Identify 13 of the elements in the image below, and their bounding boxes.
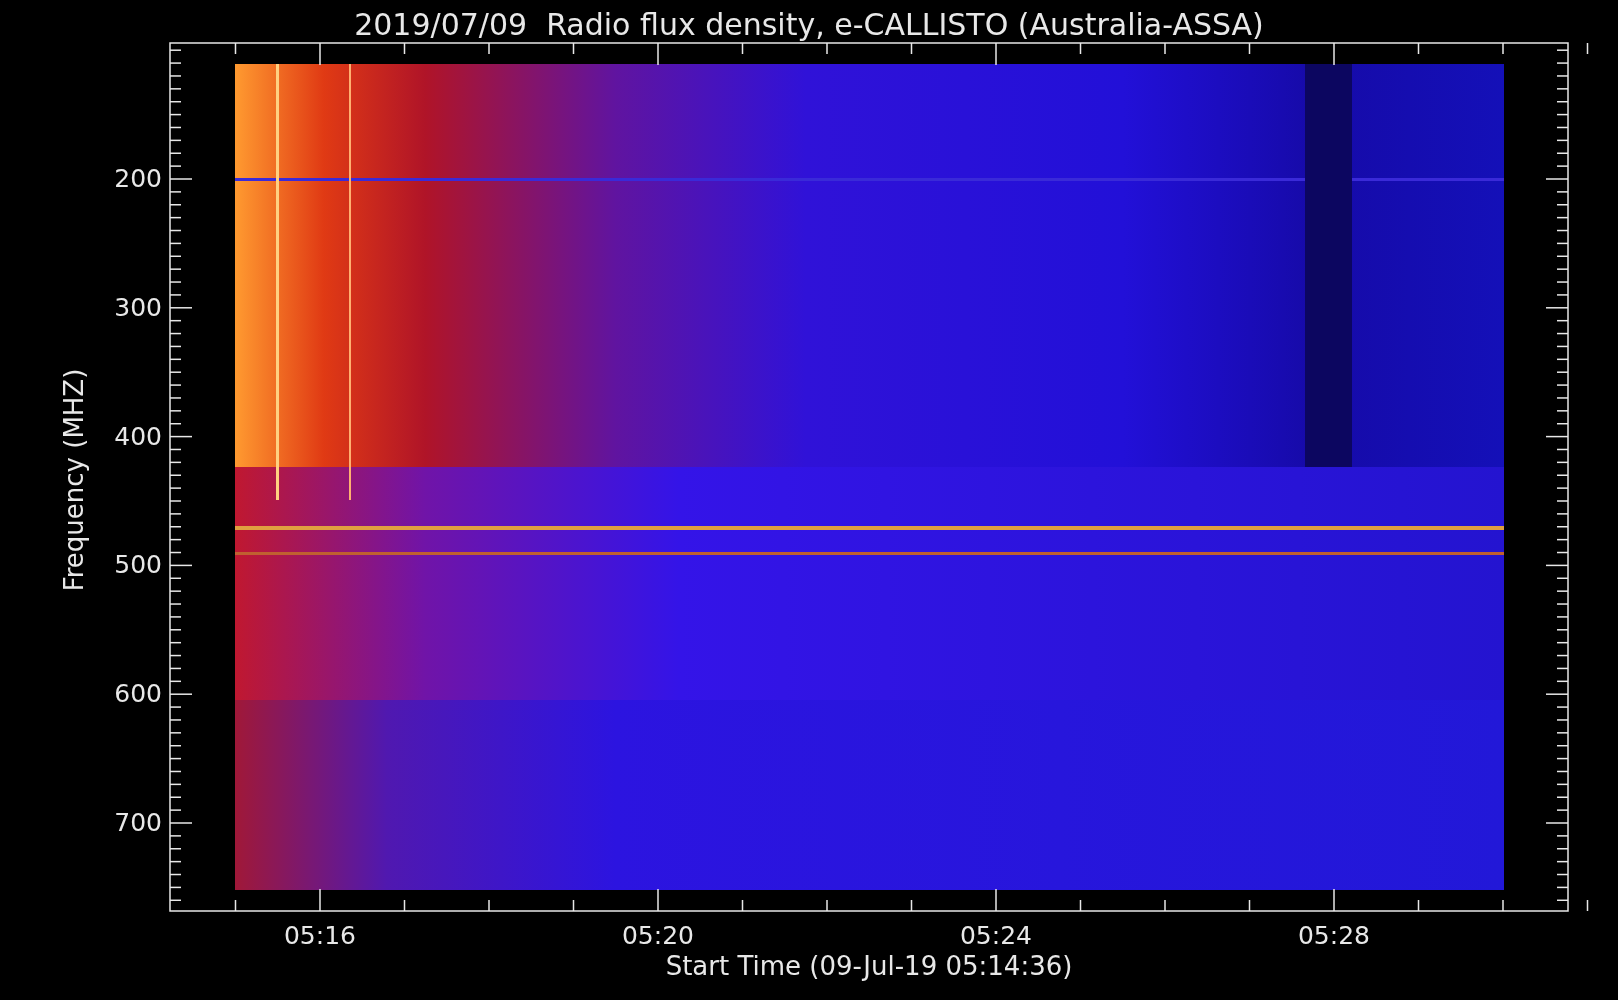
y-tick-label: 500 bbox=[113, 550, 162, 581]
x-tick-label: 05:28 bbox=[1296, 921, 1371, 951]
chart-title: 2019/07/09 Radio flux density, e-CALLISTO (Australia-ASSA) bbox=[353, 6, 1265, 44]
y-tick-label: 300 bbox=[113, 292, 162, 323]
x-tick-label: 05:20 bbox=[620, 921, 695, 951]
y-tick-label: 400 bbox=[113, 421, 162, 452]
y-tick-label: 200 bbox=[113, 164, 162, 194]
x-tick-label: 05:16 bbox=[282, 921, 357, 951]
y-axis-label: Frequency (MHZ) bbox=[59, 368, 89, 592]
x-tick-label: 05:24 bbox=[958, 921, 1033, 951]
y-tick-label: 700 bbox=[113, 808, 162, 838]
x-axis-label: Start Time (09-Jul-19 05:14:36) bbox=[664, 951, 1074, 981]
y-tick-label: 600 bbox=[113, 679, 162, 710]
